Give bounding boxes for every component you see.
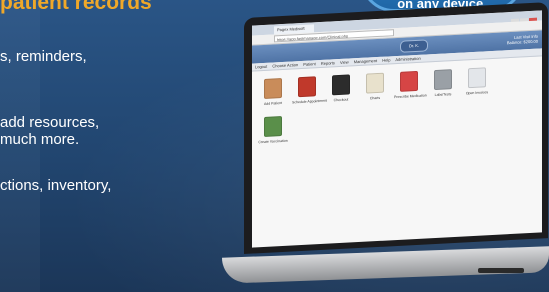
tile-prescribe[interactable]: Prescribe Medication <box>394 70 427 99</box>
menu-item[interactable]: Reports <box>321 60 335 66</box>
tile-labs[interactable]: Labs/Tests <box>428 69 458 98</box>
pill-icon <box>400 70 418 92</box>
menu-item[interactable]: View <box>340 60 349 65</box>
menu-item[interactable]: Help <box>382 57 390 62</box>
laptop-ports <box>478 268 524 273</box>
person-icon <box>264 78 282 99</box>
patient-info: Last Visit Info Balance: $200.00 <box>506 33 538 46</box>
feature-text-1: s, reminders, <box>0 48 87 65</box>
tile-vaccination[interactable]: Create Vaccination <box>258 116 288 145</box>
window-controls <box>510 11 540 27</box>
microscope-icon <box>434 69 452 91</box>
page-heading: patient records <box>0 0 152 14</box>
menu-item[interactable]: Administration <box>395 56 420 62</box>
monitor-icon <box>332 74 350 96</box>
invoice-icon <box>468 67 486 89</box>
feature-text-3: much more. <box>0 131 80 148</box>
menu-item[interactable]: Logout <box>255 64 267 70</box>
app-screen: Pagex Medisoft https://app.fastmanage.co… <box>252 10 542 248</box>
menu-item[interactable]: Choose Action <box>272 62 298 68</box>
provider-badge[interactable]: Dr. K. <box>400 39 428 53</box>
menu-item[interactable]: Patient <box>303 61 315 67</box>
feature-text-2: add resources, <box>0 114 100 131</box>
tile-checkout[interactable]: Checkout <box>326 74 356 103</box>
people-icon <box>264 116 282 137</box>
laptop-screen-frame: Pagex Medisoft https://app.fastmanage.co… <box>244 2 548 254</box>
tile-schedule[interactable]: Schedule Appointment <box>292 76 327 104</box>
tile-charts[interactable]: Charts <box>360 72 390 101</box>
tile-invoices[interactable]: Open Invoices <box>462 67 492 96</box>
calendar-icon <box>298 76 316 98</box>
menu-item[interactable]: Management <box>354 58 377 64</box>
tile-add-patient[interactable]: Add Patient <box>258 78 288 107</box>
feature-text-4: ctions, inventory, <box>0 177 112 194</box>
clipboard-icon <box>366 72 384 94</box>
